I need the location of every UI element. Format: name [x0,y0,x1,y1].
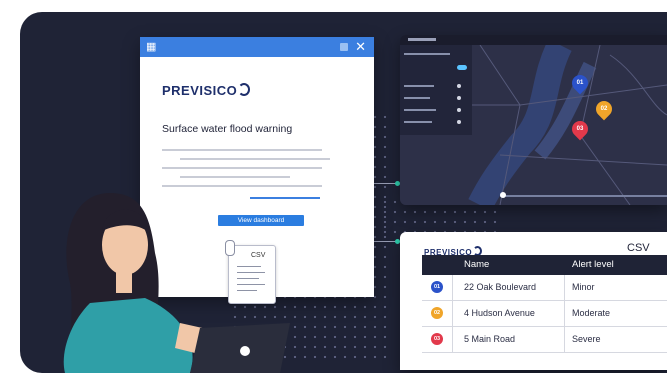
column-header-alert-level: Alert level [572,259,614,270]
csv-table-window: PREVISICO CSV Name Alert level 01 22 Oak… [400,232,667,370]
alert-marker-icon: 02 [431,307,443,319]
map-dashboard-window: 01 02 03 [400,35,667,205]
row-name: 22 Oak Boulevard [464,282,537,292]
person-illustration [63,193,290,373]
map-side-panel [400,45,472,135]
table-row[interactable]: 03 5 Main Road Severe [422,327,667,353]
alert-marker-icon: 03 [431,333,443,345]
column-divider [452,275,453,353]
row-alert-level: Severe [572,334,601,344]
brand-logo: PREVISICO [162,83,251,98]
table-header: Name Alert level [422,255,667,275]
row-alert-level: Moderate [572,308,611,318]
table-row[interactable]: 01 22 Oak Boulevard Minor [422,275,667,301]
minimize-icon[interactable] [340,43,348,51]
row-alert-level: Minor [572,282,595,292]
row-name: 4 Hudson Avenue [464,308,535,318]
slider-handle[interactable] [500,192,506,198]
row-name: 5 Main Road [464,334,516,344]
timeline-slider[interactable] [500,192,667,198]
grid-icon[interactable]: ▦ [146,41,158,53]
column-divider [564,275,565,353]
map-titlebar [400,35,667,45]
text-line [180,158,330,160]
table-title: CSV [627,242,650,254]
text-line [162,149,322,151]
alert-marker-icon: 01 [431,281,443,293]
text-line [162,167,322,169]
column-header-name: Name [464,259,490,270]
map-marker-03[interactable]: 03 [568,117,592,141]
email-titlebar: ▦ ✕ [140,37,374,57]
toggle-switch[interactable] [457,65,467,70]
table-row[interactable]: 02 4 Hudson Avenue Moderate [422,301,667,327]
map-marker-01[interactable]: 01 [568,71,592,95]
illustration-background: ▦ ✕ PREVISICO Surface water flood warnin… [20,12,667,373]
email-subject: Surface water flood warning [162,123,293,135]
map-marker-02[interactable]: 02 [592,97,616,121]
close-icon[interactable]: ✕ [355,39,366,55]
